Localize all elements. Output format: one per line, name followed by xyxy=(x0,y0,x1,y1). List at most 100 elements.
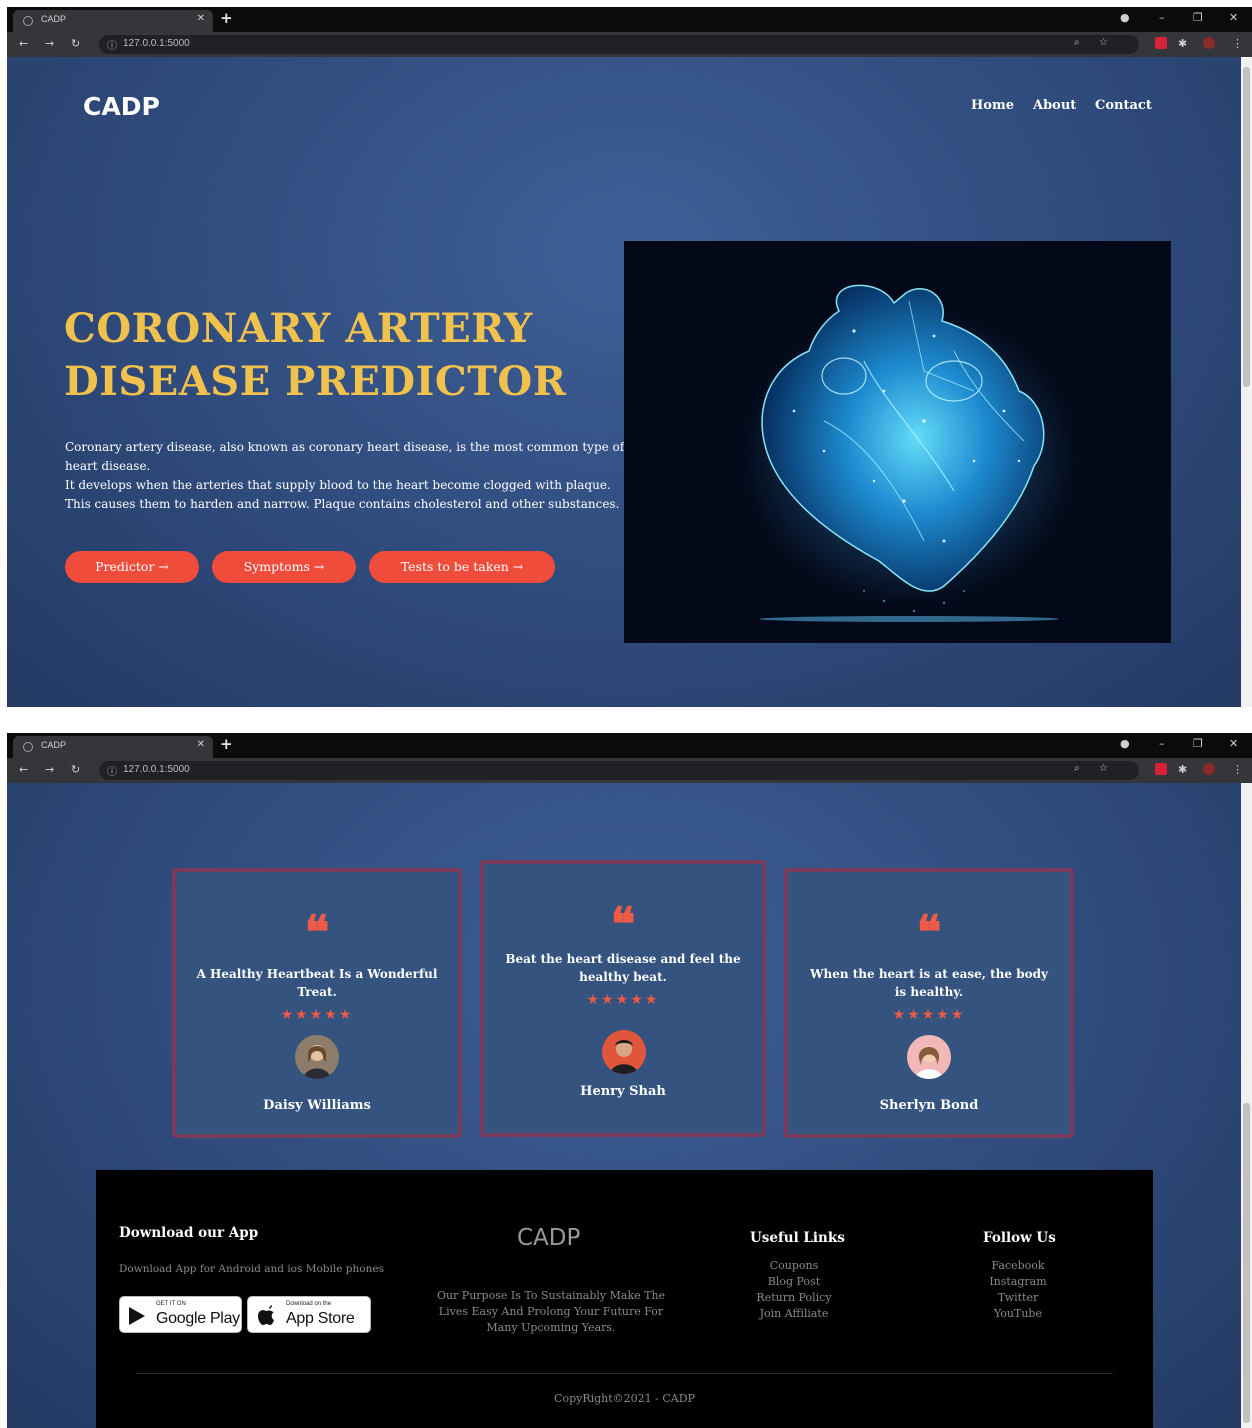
url-text: 127.0.0.1:5000 xyxy=(123,38,190,49)
useful-links-heading: Useful Links xyxy=(750,1230,845,1246)
info-icon[interactable]: ⓘ xyxy=(107,763,117,778)
play-store-icon xyxy=(129,1307,145,1325)
quote-icon: ❝ xyxy=(610,897,636,951)
quote-icon: ❝ xyxy=(916,905,942,959)
puzzle-icon[interactable]: ✱ xyxy=(1178,763,1187,776)
nav-about-link[interactable]: About xyxy=(1033,98,1076,113)
zoom-icon[interactable]: ⌕ xyxy=(1074,37,1080,48)
testimonial-author: Daisy Williams xyxy=(263,1098,371,1113)
tab-close-icon[interactable]: ✕ xyxy=(197,739,205,750)
nav-home-link[interactable]: Home xyxy=(971,98,1014,113)
tab-close-icon[interactable]: ✕ xyxy=(197,13,205,24)
page-scrollbar[interactable] xyxy=(1241,783,1252,1428)
page-scrollbar[interactable] xyxy=(1241,57,1252,707)
useful-links-list: Coupons Blog Post Return Policy Join Aff… xyxy=(742,1258,846,1322)
menu-icon[interactable]: ⋮ xyxy=(1232,37,1243,50)
forward-icon[interactable]: → xyxy=(45,37,54,50)
social-links-list: Facebook Instagram Twitter YouTube xyxy=(968,1258,1068,1322)
testimonial-author: Henry Shah xyxy=(580,1084,666,1099)
download-heading: Download our App xyxy=(119,1225,259,1241)
site-footer: Download our App Download App for Androi… xyxy=(96,1170,1153,1428)
extension-icon[interactable] xyxy=(1155,37,1167,49)
tests-button[interactable]: Tests to be taken → xyxy=(369,551,555,583)
new-tab-icon[interactable]: + xyxy=(220,9,233,27)
avatar xyxy=(602,1030,646,1074)
testimonial-quote: Beat the heart disease and feel the heal… xyxy=(505,952,741,984)
extension-icon[interactable] xyxy=(1155,763,1167,775)
reload-icon[interactable]: ↻ xyxy=(71,37,80,50)
footer-link-twitter[interactable]: Twitter xyxy=(968,1290,1068,1306)
apple-logo-icon xyxy=(258,1305,274,1325)
new-tab-icon[interactable]: + xyxy=(220,735,233,753)
symptoms-button[interactable]: Symptoms → xyxy=(212,551,356,583)
app-store-button[interactable]: Download on the App Store xyxy=(247,1296,371,1333)
browser-toolbar: ← → ↻ ⓘ 127.0.0.1:5000 ⌕ ☆ ✱ ⋮ xyxy=(7,32,1252,57)
browser-window-footer: CADP ✕ + ● – ❐ ✕ ← → ↻ ⓘ 127.0.0.1:5000 … xyxy=(7,733,1252,1428)
footer-link-blog-post[interactable]: Blog Post xyxy=(742,1274,846,1290)
avatar xyxy=(907,1035,951,1079)
info-icon[interactable]: ⓘ xyxy=(107,37,117,52)
google-play-small: GET IT ON xyxy=(156,1301,186,1307)
predictor-button[interactable]: Predictor → xyxy=(65,551,199,583)
footer-link-facebook[interactable]: Facebook xyxy=(968,1258,1068,1274)
testimonial-card: ❝ Beat the heart disease and feel the he… xyxy=(480,860,766,1137)
testimonial-quote: A Healthy Heartbeat Is a Wonderful Treat… xyxy=(196,967,438,999)
back-icon[interactable]: ← xyxy=(19,37,28,50)
reload-icon[interactable]: ↻ xyxy=(71,763,80,776)
minimize-icon[interactable]: – xyxy=(1159,11,1165,24)
minimize-icon[interactable]: – xyxy=(1159,737,1165,750)
footer-link-return-policy[interactable]: Return Policy xyxy=(742,1290,846,1306)
profile-icon[interactable]: ● xyxy=(1120,11,1130,24)
bookmark-star-icon[interactable]: ☆ xyxy=(1099,37,1108,48)
avatar-icon[interactable] xyxy=(1203,763,1215,775)
browser-tab[interactable]: CADP ✕ xyxy=(13,736,213,758)
hero-title-line1: CORONARY ARTERY xyxy=(64,305,533,352)
hero-desc-line2: It develops when the arteries that suppl… xyxy=(65,478,620,511)
nav-contact-link[interactable]: Contact xyxy=(1095,98,1152,113)
restore-icon[interactable]: ❐ xyxy=(1193,11,1203,24)
browser-window-hero: CADP ✕ + ● – ❐ ✕ ← → ↻ ⓘ 127.0.0.1:5000 … xyxy=(7,7,1252,707)
tab-title: CADP xyxy=(41,14,67,24)
star-rating: ★★★★★ xyxy=(892,1007,966,1023)
address-bar[interactable]: ⓘ 127.0.0.1:5000 ⌕ ☆ xyxy=(99,761,1139,780)
testimonial-quote: When the heart is at ease, the body is h… xyxy=(810,967,1048,999)
google-play-button[interactable]: GET IT ON Google Play xyxy=(119,1296,242,1333)
browser-toolbar: ← → ↻ ⓘ 127.0.0.1:5000 ⌕ ☆ ✱ ⋮ xyxy=(7,758,1252,783)
tab-title: CADP xyxy=(41,740,67,750)
menu-icon[interactable]: ⋮ xyxy=(1232,763,1243,776)
profile-icon[interactable]: ● xyxy=(1120,737,1130,750)
hero-desc-line1: Coronary artery disease, also known as c… xyxy=(65,440,625,473)
page-viewport-hero: CADP Home About Contact CORONARY ARTERY … xyxy=(7,57,1252,707)
heart-image xyxy=(624,241,1171,643)
back-icon[interactable]: ← xyxy=(19,763,28,776)
footer-link-join-affiliate[interactable]: Join Affiliate xyxy=(742,1306,846,1322)
scrollbar-thumb[interactable] xyxy=(1243,67,1250,387)
browser-tab[interactable]: CADP ✕ xyxy=(13,10,213,32)
footer-link-youtube[interactable]: YouTube xyxy=(968,1306,1068,1322)
globe-icon xyxy=(23,742,33,752)
page-viewport-footer: ❝ A Healthy Heartbeat Is a Wonderful Tre… xyxy=(7,783,1252,1428)
download-subtext: Download App for Android and ios Mobile … xyxy=(119,1263,384,1275)
puzzle-icon[interactable]: ✱ xyxy=(1178,37,1187,50)
address-bar[interactable]: ⓘ 127.0.0.1:5000 ⌕ ☆ xyxy=(99,35,1139,54)
footer-link-instagram[interactable]: Instagram xyxy=(968,1274,1068,1290)
hero-title: CORONARY ARTERY DISEASE PREDICTOR xyxy=(64,302,567,408)
close-window-icon[interactable]: ✕ xyxy=(1229,11,1238,24)
testimonial-card: ❝ A Healthy Heartbeat Is a Wonderful Tre… xyxy=(172,868,462,1138)
tab-strip: CADP ✕ + ● – ❐ ✕ xyxy=(7,733,1252,758)
avatar xyxy=(295,1035,339,1079)
globe-icon xyxy=(23,16,33,26)
zoom-icon[interactable]: ⌕ xyxy=(1074,763,1080,774)
forward-icon[interactable]: → xyxy=(45,763,54,776)
copyright-text: CopyRight©2021 - CADP xyxy=(554,1392,695,1405)
star-rating: ★★★★★ xyxy=(280,1007,354,1023)
site-logo[interactable]: CADP xyxy=(83,92,160,121)
restore-icon[interactable]: ❐ xyxy=(1193,737,1203,750)
hero-title-line2: DISEASE PREDICTOR xyxy=(64,358,567,405)
avatar-icon[interactable] xyxy=(1203,37,1215,49)
footer-link-coupons[interactable]: Coupons xyxy=(742,1258,846,1274)
bookmark-star-icon[interactable]: ☆ xyxy=(1099,763,1108,774)
scrollbar-thumb[interactable] xyxy=(1243,1103,1250,1423)
close-window-icon[interactable]: ✕ xyxy=(1229,737,1238,750)
quote-icon: ❝ xyxy=(304,905,330,959)
